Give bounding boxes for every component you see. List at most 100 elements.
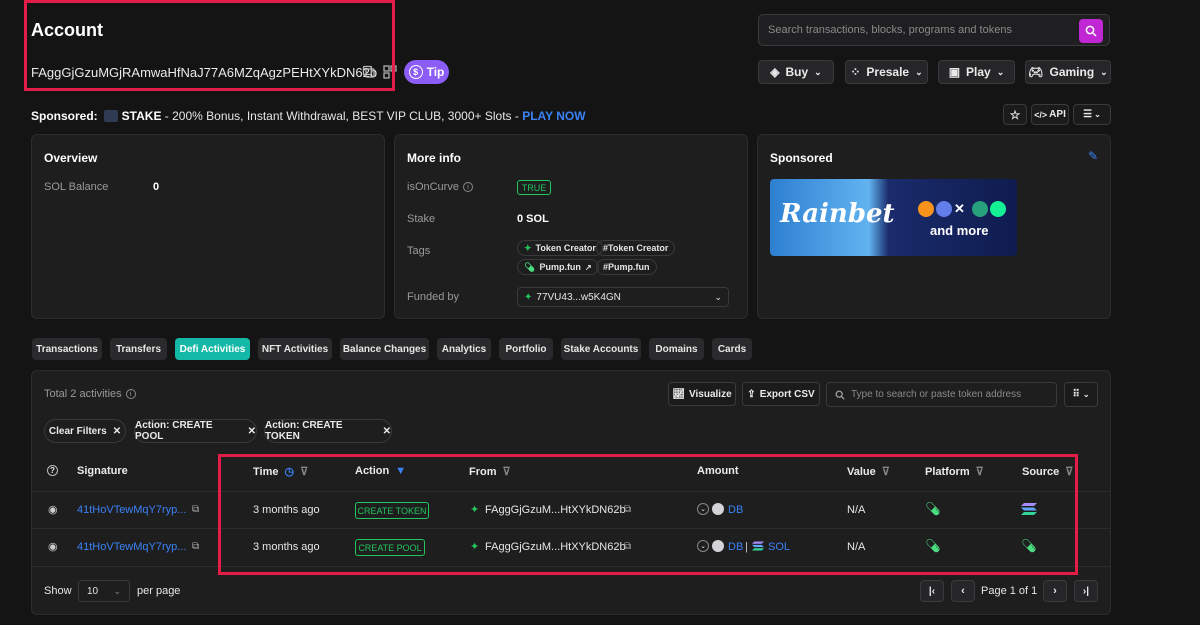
token-db-icon — [712, 540, 724, 552]
amount-token[interactable]: DB — [728, 541, 743, 553]
tag-hash-token-creator[interactable]: #Token Creator — [596, 240, 676, 256]
presale-icon: ⁘ — [850, 65, 861, 79]
tag-label: Pump.fun — [539, 262, 581, 272]
dollar-coin-icon: $ — [408, 65, 423, 79]
column-time[interactable]: Time ◷ ⊽ — [253, 465, 308, 479]
sol-balance-value: 0 — [153, 181, 160, 193]
tag-hash-pump-fun[interactable]: #Pump.fun — [596, 259, 657, 275]
clock-icon[interactable]: ◷ — [284, 465, 294, 478]
token-search[interactable]: Type to search or paste token address — [826, 382, 1057, 407]
column-value[interactable]: Value ⊽ — [847, 465, 890, 479]
tab-transactions[interactable]: Transactions — [32, 338, 102, 360]
tab-portfolio[interactable]: Portfolio — [499, 338, 553, 360]
global-search[interactable]: Search transactions, blocks, programs an… — [758, 14, 1110, 46]
search-button[interactable] — [1079, 19, 1103, 43]
chevron-down-icon: ⌄ — [996, 66, 1005, 77]
column-amount: Amount — [697, 465, 739, 477]
qr-code-icon[interactable] — [383, 65, 397, 79]
close-icon[interactable]: ✕ — [113, 426, 121, 437]
column-label: Value — [847, 465, 876, 478]
column-platform[interactable]: Platform ⊽ — [925, 465, 984, 479]
clear-filters-chip[interactable]: Clear Filters ✕ — [44, 419, 126, 443]
api-button[interactable]: </> API — [1031, 104, 1069, 125]
eye-icon[interactable]: ◉ — [48, 503, 58, 516]
token-search-input[interactable]: Type to search or paste token address — [851, 389, 1021, 400]
copy-icon[interactable] — [362, 65, 376, 79]
filter-create-pool-chip[interactable]: Action: CREATE POOL ✕ — [134, 419, 257, 443]
tab-domains[interactable]: Domains — [649, 338, 704, 360]
sparkle-icon: ✦ — [524, 242, 532, 253]
presale-button[interactable]: ⁘ Presale ⌄ — [845, 60, 928, 84]
last-page-icon: ›| — [1082, 585, 1090, 597]
filter-active-icon[interactable]: ▼ — [395, 465, 406, 477]
chevron-circle-icon[interactable]: ⌄ — [697, 503, 709, 515]
amount-token[interactable]: DB — [728, 504, 743, 516]
gaming-button[interactable]: 🎮︎ Gaming ⌄ — [1025, 60, 1111, 84]
tab-transfers[interactable]: Transfers — [110, 338, 167, 360]
sponsor-cta-link[interactable]: PLAY NOW — [522, 109, 585, 123]
tag-pump-fun[interactable]: 💊︎ Pump.fun ↗ — [517, 259, 599, 275]
column-from[interactable]: From ⊽ — [469, 465, 511, 479]
edit-icon[interactable]: ✎ — [1088, 149, 1098, 163]
column-label: Platform — [925, 465, 970, 478]
tags-label: Tags — [407, 245, 431, 257]
favorite-button[interactable]: ☆ — [1003, 104, 1027, 125]
signature-link[interactable]: 41tHoVTewMqY7ryp... — [77, 504, 186, 516]
visualize-button[interactable]: 📈︎ Visualize — [668, 382, 736, 406]
column-signature: Signature — [77, 465, 128, 477]
code-icon: </> — [1034, 109, 1048, 120]
copy-icon[interactable]: ⧉ — [624, 504, 631, 515]
tab-defi-activities[interactable]: Defi Activities — [175, 338, 250, 360]
first-page-icon: |‹ — [928, 585, 936, 597]
search-input[interactable]: Search transactions, blocks, programs an… — [768, 24, 1012, 36]
sponsor-prefix: Sponsored: — [31, 109, 98, 123]
tab-balance-changes[interactable]: Balance Changes — [340, 338, 429, 360]
tag-token-creator[interactable]: ✦ Token Creator — [517, 240, 603, 256]
filter-icon[interactable]: ⊽ — [1065, 465, 1073, 478]
filter-icon[interactable]: ⊽ — [976, 465, 984, 478]
filter-icon[interactable]: ⊽ — [300, 465, 308, 478]
export-icon: ⇪ — [747, 388, 756, 400]
tab-stake-accounts[interactable]: Stake Accounts — [561, 338, 641, 360]
list-menu-button[interactable]: ☰ ⌄ — [1073, 104, 1111, 125]
column-action[interactable]: Action ▼ — [355, 465, 406, 477]
chevron-circle-icon[interactable]: ⌄ — [697, 540, 709, 552]
help-icon[interactable]: ? — [47, 465, 58, 476]
copy-icon[interactable]: ⧉ — [624, 541, 631, 552]
more-info-title: More info — [407, 151, 461, 165]
last-page-button[interactable]: ›| — [1074, 580, 1098, 602]
close-icon[interactable]: ✕ — [248, 426, 256, 437]
filter-icon[interactable]: ⊽ — [503, 465, 511, 478]
play-button[interactable]: ▣ Play ⌄ — [938, 60, 1015, 84]
next-page-button[interactable]: › — [1043, 580, 1067, 602]
from-address[interactable]: FAggGjGzuM...HtXYkDN62b — [485, 504, 626, 516]
close-icon[interactable]: ✕ — [383, 426, 391, 437]
buy-button[interactable]: ◈ Buy ⌄ — [758, 60, 834, 84]
copy-icon[interactable]: ⧉ — [192, 504, 199, 515]
per-page-value: 10 — [87, 585, 99, 597]
signature-link[interactable]: 41tHoVTewMqY7ryp... — [77, 541, 186, 553]
export-csv-button[interactable]: ⇪ Export CSV — [742, 382, 820, 406]
tab-analytics[interactable]: Analytics — [437, 338, 491, 360]
column-source[interactable]: Source ⊽ — [1022, 465, 1073, 479]
more-info-card: More info isOnCurve i TRUE Stake 0 SOL T… — [394, 134, 748, 319]
overview-card: Overview SOL Balance 0 — [31, 134, 385, 319]
column-settings-button[interactable]: ⠿ ⌄ — [1064, 382, 1098, 407]
copy-icon[interactable]: ⧉ — [192, 541, 199, 552]
filter-create-token-chip[interactable]: Action: CREATE TOKEN ✕ — [264, 419, 392, 443]
filter-icon[interactable]: ⊽ — [882, 465, 890, 478]
tag-label: #Token Creator — [603, 243, 669, 253]
from-address[interactable]: FAggGjGzuM...HtXYkDN62b — [485, 541, 626, 553]
tab-cards[interactable]: Cards — [712, 338, 752, 360]
funded-by-select[interactable]: ✦ 77VU43...w5K4GN ⌄ — [517, 287, 729, 307]
amount-token-2[interactable]: SOL — [768, 541, 790, 553]
column-label: Source — [1022, 465, 1060, 478]
per-page-select[interactable]: 10 ⌄ — [78, 580, 130, 602]
tip-button[interactable]: $ Tip — [404, 60, 449, 84]
prev-page-button[interactable]: ‹ — [951, 580, 975, 602]
eye-icon[interactable]: ◉ — [48, 540, 58, 553]
page-indicator: Page 1 of 1 — [981, 585, 1038, 597]
tab-nft-activities[interactable]: NFT Activities — [258, 338, 332, 360]
first-page-button[interactable]: |‹ — [920, 580, 944, 602]
sponsored-banner[interactable]: Rainbet ✕ and more — [770, 179, 1017, 256]
